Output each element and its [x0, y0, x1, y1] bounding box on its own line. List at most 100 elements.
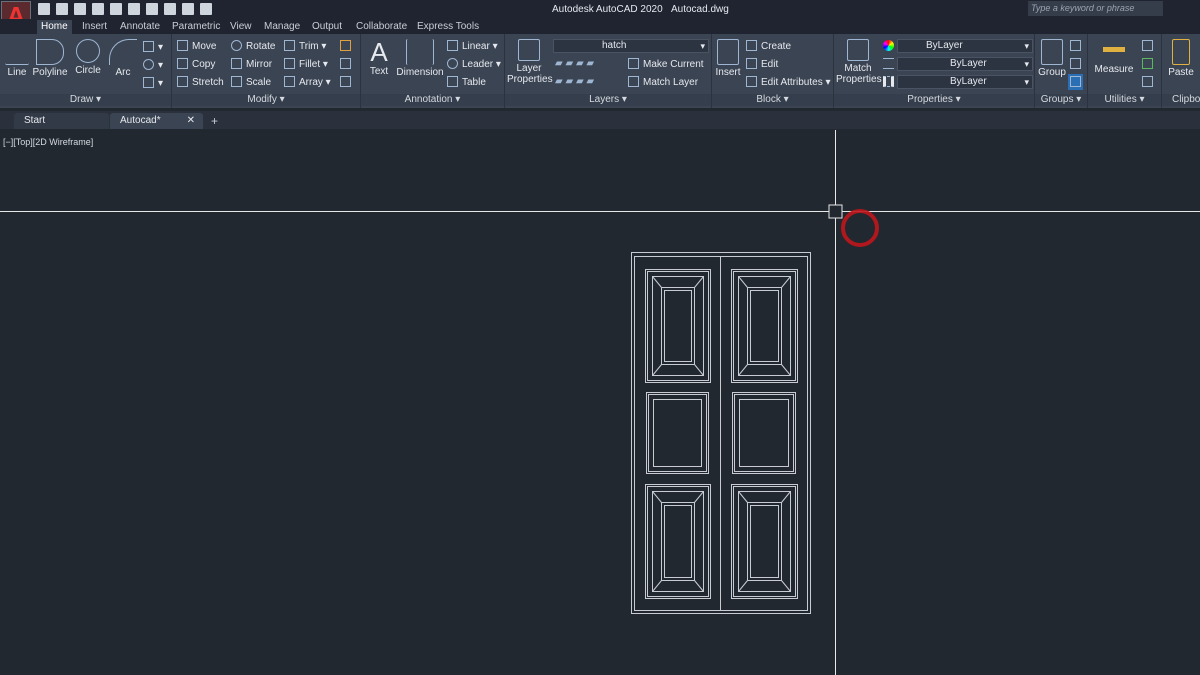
dimension-button[interactable]: Dimension — [396, 39, 444, 78]
groups-panel-title[interactable]: Groups ▾ — [1035, 94, 1087, 106]
flat-panel — [646, 392, 709, 474]
bevel-line — [694, 580, 704, 592]
properties-panel-title[interactable]: Properties ▾ — [834, 94, 1034, 106]
ungroup-icon — [1070, 40, 1081, 51]
group-button[interactable]: Group — [1038, 39, 1066, 78]
ellipse-button[interactable]: ▾ — [143, 59, 163, 71]
undo-icon[interactable] — [164, 3, 176, 15]
tab-annotate[interactable]: Annotate — [116, 20, 164, 33]
mirror-button[interactable]: Mirror — [231, 58, 272, 70]
match-properties-button[interactable]: Match Properties — [836, 39, 882, 85]
drawing-canvas[interactable] — [0, 130, 1200, 675]
door-line — [652, 491, 704, 592]
tab-manage[interactable]: Manage — [260, 20, 304, 33]
circle-button[interactable]: Circle — [73, 39, 103, 76]
open-web-icon[interactable] — [110, 3, 122, 15]
copy-button[interactable]: Copy — [177, 58, 215, 70]
bevel-line — [694, 364, 704, 376]
group-icon — [1041, 39, 1063, 65]
rectangle-button[interactable]: ▾ — [143, 41, 163, 53]
edit-attributes-button[interactable]: Edit Attributes ▾ — [746, 76, 831, 88]
layer-tools-row2[interactable]: ▰ ▰ ▰ ▰ — [555, 76, 594, 87]
insert-button[interactable]: Insert — [715, 39, 741, 78]
paste-button[interactable]: Paste — [1166, 39, 1196, 78]
copy-icon — [177, 58, 188, 69]
layer-dropdown[interactable]: hatch — [553, 39, 709, 53]
move-button[interactable]: Move — [177, 40, 216, 52]
tab-autocad[interactable]: Autocad* ✕ — [110, 113, 203, 129]
array-button[interactable]: Array ▾ — [284, 76, 331, 88]
fillet-button[interactable]: Fillet ▾ — [284, 58, 328, 70]
tab-view[interactable]: View — [226, 20, 256, 33]
arc-icon — [109, 39, 137, 65]
modify-panel-title[interactable]: Modify ▾ — [172, 94, 360, 106]
layer-tools-row1[interactable]: ▰ ▰ ▰ ▰ — [555, 58, 594, 69]
tab-home[interactable]: Home — [37, 20, 72, 34]
offset-button[interactable] — [340, 76, 355, 88]
utilities-panel-title[interactable]: Utilities ▾ — [1088, 94, 1161, 106]
group-select-button[interactable] — [1068, 74, 1083, 90]
plot-icon[interactable] — [146, 3, 158, 15]
explode-button[interactable] — [340, 58, 355, 70]
make-current-button[interactable]: Make Current — [628, 58, 704, 70]
door-drawing[interactable] — [631, 252, 811, 614]
color-dropdown[interactable]: ByLayer — [897, 39, 1033, 53]
tab-express-tools[interactable]: Express Tools — [413, 20, 483, 33]
stretch-button[interactable]: Stretch — [177, 76, 224, 88]
layers-panel: Layer Properties hatch ▰ ▰ ▰ ▰ Make Curr… — [505, 34, 712, 108]
edit-block-button[interactable]: Edit — [746, 58, 778, 70]
new-icon[interactable] — [38, 3, 50, 15]
tab-parametric[interactable]: Parametric — [168, 20, 224, 33]
workspace-icon[interactable] — [200, 3, 212, 15]
linetype-dropdown[interactable]: ByLayer — [897, 75, 1033, 89]
search-input[interactable]: Type a keyword or phrase — [1028, 1, 1163, 16]
block-panel-title[interactable]: Block ▾ — [712, 94, 833, 106]
clipboard-panel-title[interactable]: Clipboard — [1162, 94, 1200, 106]
match-layer-button[interactable]: Match Layer — [628, 76, 698, 88]
tab-insert[interactable]: Insert — [78, 20, 111, 33]
open-icon[interactable] — [56, 3, 68, 15]
draw-panel-title[interactable]: Draw ▾ — [0, 94, 171, 106]
quick-select-button[interactable] — [1142, 40, 1157, 52]
hatch-button[interactable]: ▾ — [143, 77, 163, 89]
ungroup-button[interactable] — [1070, 40, 1085, 52]
select-all-button[interactable] — [1142, 58, 1157, 70]
text-button[interactable]: A Text — [365, 38, 393, 77]
create-block-button[interactable]: Create — [746, 40, 791, 52]
bevel-line — [652, 276, 662, 288]
bevel-line — [781, 276, 791, 288]
layers-panel-title[interactable]: Layers ▾ — [505, 94, 711, 106]
measure-button[interactable]: Measure — [1094, 39, 1134, 75]
rotate-button[interactable]: Rotate — [231, 40, 275, 52]
line-button[interactable]: Line — [4, 39, 30, 78]
scale-button[interactable]: Scale — [231, 76, 271, 88]
trim-button[interactable]: Trim ▾ — [284, 40, 326, 52]
annotation-panel-title[interactable]: Annotation ▾ — [361, 94, 504, 106]
polyline-button[interactable]: Polyline — [32, 39, 68, 78]
linear-button[interactable]: Linear ▾ — [447, 40, 498, 52]
arc-button[interactable]: Arc — [108, 39, 138, 78]
close-tab-icon[interactable]: ✕ — [187, 115, 195, 126]
leader-button[interactable]: Leader ▾ — [447, 58, 501, 70]
lineweight-dropdown[interactable]: ByLayer — [897, 57, 1033, 71]
layer-properties-button[interactable]: Layer Properties — [507, 39, 553, 85]
redo-icon[interactable] — [182, 3, 194, 15]
table-button[interactable]: Table — [447, 76, 486, 88]
draw-panel: Line Polyline Circle Arc ▾ ▾ ▾ Draw ▾ — [0, 34, 172, 108]
save-web-icon[interactable] — [128, 3, 140, 15]
save-icon[interactable] — [74, 3, 86, 15]
erase-button[interactable] — [340, 40, 355, 52]
door-line — [738, 491, 791, 592]
group-edit-button[interactable] — [1070, 58, 1085, 70]
tab-start[interactable]: Start — [14, 113, 109, 129]
tab-collaborate[interactable]: Collaborate — [352, 20, 411, 33]
make-current-icon — [628, 58, 639, 69]
save-as-icon[interactable] — [92, 3, 104, 15]
door-line — [664, 290, 692, 362]
new-tab-button[interactable]: + — [211, 114, 218, 128]
quick-select-icon — [1142, 40, 1153, 51]
calculator-button[interactable] — [1142, 76, 1157, 88]
group-edit-icon — [1070, 58, 1081, 69]
measure-icon — [1103, 47, 1125, 52]
tab-output[interactable]: Output — [308, 20, 346, 33]
